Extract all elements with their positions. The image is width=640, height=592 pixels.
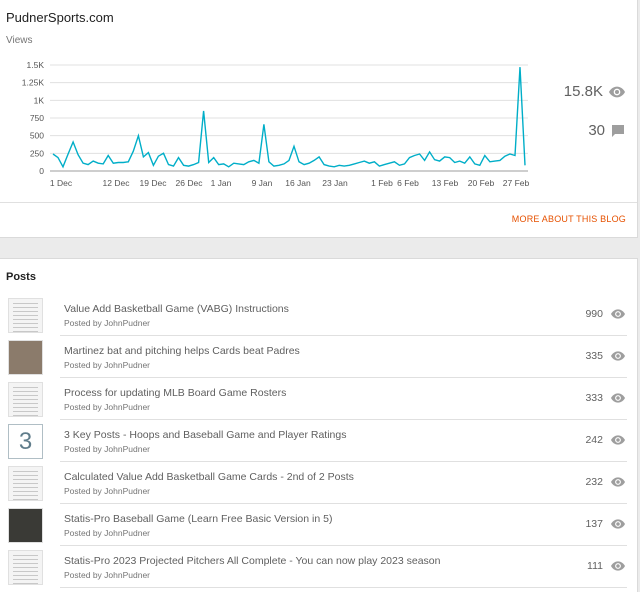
post-author: Posted by JohnPudner — [64, 318, 151, 328]
x-tick-label: 23 Jan — [322, 178, 348, 188]
x-tick-label: 26 Dec — [176, 178, 204, 188]
post-row[interactable]: Value Add Basketball Game (VABG) Instruc… — [8, 294, 627, 336]
y-tick-label: 0 — [39, 166, 44, 176]
stats-card: PudnerSports.com Views 0 250 500 750 1K 1.25K… — [0, 0, 638, 238]
post-title[interactable]: Value Add Basketball Game (VABG) Instruc… — [64, 303, 289, 315]
post-author: Posted by JohnPudner — [64, 570, 151, 580]
post-thumbnail[interactable] — [8, 466, 43, 501]
post-views: 990 — [585, 308, 603, 320]
x-tick-label: 9 Jan — [252, 178, 273, 188]
y-tick-label: 500 — [30, 131, 44, 141]
y-tick-label: 750 — [30, 113, 44, 123]
total-views-value: 15.8K — [563, 83, 603, 100]
post-thumbnail[interactable] — [8, 508, 43, 543]
post-thumbnail[interactable]: 3 — [8, 424, 43, 459]
x-tick-label: 12 Dec — [103, 178, 131, 188]
post-views: 335 — [585, 350, 603, 362]
post-row[interactable]: 3 3 Key Posts - Hoops and Baseball Game a… — [8, 420, 627, 462]
x-tick-label: 1 Feb — [371, 178, 393, 188]
post-title[interactable]: Martinez bat and pitching helps Cards be… — [64, 345, 300, 357]
post-row[interactable]: Martinez bat and pitching helps Cards be… — [8, 336, 627, 378]
eye-icon — [611, 309, 625, 319]
eye-icon — [611, 351, 625, 361]
y-tick-label: 250 — [30, 148, 44, 158]
post-title[interactable]: Statis-Pro 2023 Projected Pitchers All C… — [64, 555, 440, 567]
x-tick-label: 1 Jan — [211, 178, 232, 188]
more-about-blog-link[interactable]: MORE ABOUT THIS BLOG — [512, 214, 626, 224]
post-views: 137 — [585, 518, 603, 530]
x-tick-label: 6 Feb — [397, 178, 419, 188]
y-tick-label: 1.5K — [27, 60, 45, 70]
posts-list: Value Add Basketball Game (VABG) Instruc… — [0, 294, 637, 588]
post-row[interactable]: Process for updating MLB Board Game Rost… — [8, 378, 627, 420]
eye-icon — [611, 519, 625, 529]
eye-icon — [609, 86, 625, 97]
post-row[interactable]: Statis-Pro 2023 Projected Pitchers All C… — [8, 546, 627, 588]
post-views: 242 — [585, 434, 603, 446]
divider — [0, 202, 637, 203]
views-chart: 0 250 500 750 1K 1.25K 1.5K 1 Dec 12 Dec 19 Dec 26… — [22, 60, 530, 188]
post-row[interactable]: Statis-Pro Baseball Game (Learn Free Bas… — [8, 504, 627, 546]
post-thumbnail[interactable] — [8, 340, 43, 375]
x-tick-label: 1 Dec — [50, 178, 73, 188]
y-tick-label: 1K — [34, 95, 45, 105]
post-views: 111 — [587, 560, 603, 572]
post-author: Posted by JohnPudner — [64, 402, 151, 412]
post-thumbnail[interactable] — [8, 550, 43, 585]
views-series-line — [52, 67, 526, 169]
post-title[interactable]: Statis-Pro Baseball Game (Learn Free Bas… — [64, 513, 332, 525]
post-author: Posted by JohnPudner — [64, 444, 151, 454]
eye-icon — [611, 393, 625, 403]
post-title[interactable]: Calculated Value Add Basketball Game Car… — [64, 471, 354, 483]
post-thumbnail[interactable] — [8, 298, 43, 333]
x-tick-label: 13 Feb — [432, 178, 459, 188]
y-tick-label: 1.25K — [22, 78, 45, 88]
eye-icon — [611, 561, 625, 571]
blog-name[interactable]: PudnerSports.com — [6, 10, 114, 25]
post-thumbnail[interactable] — [8, 382, 43, 417]
post-title[interactable]: 3 Key Posts - Hoops and Baseball Game an… — [64, 429, 347, 441]
comment-icon — [612, 124, 624, 137]
x-tick-label: 19 Dec — [140, 178, 168, 188]
post-views: 333 — [585, 392, 603, 404]
post-title[interactable]: Process for updating MLB Board Game Rost… — [64, 387, 286, 399]
post-author: Posted by JohnPudner — [64, 528, 151, 538]
posts-card: Posts Value Add Basketball Game (VABG) I… — [0, 258, 638, 592]
eye-icon — [611, 435, 625, 445]
total-views: 15.8K — [564, 83, 625, 100]
posts-heading: Posts — [6, 271, 36, 283]
post-author: Posted by JohnPudner — [64, 486, 151, 496]
eye-icon — [611, 477, 625, 487]
views-label: Views — [6, 35, 33, 46]
total-comments-value: 30 — [588, 122, 605, 139]
post-author: Posted by JohnPudner — [64, 360, 151, 370]
post-views: 232 — [585, 476, 603, 488]
x-tick-label: 20 Feb — [468, 178, 495, 188]
post-row[interactable]: Calculated Value Add Basketball Game Car… — [8, 462, 627, 504]
x-tick-label: 27 Feb — [503, 178, 530, 188]
x-tick-label: 16 Jan — [285, 178, 311, 188]
total-comments: 30 — [588, 122, 625, 139]
